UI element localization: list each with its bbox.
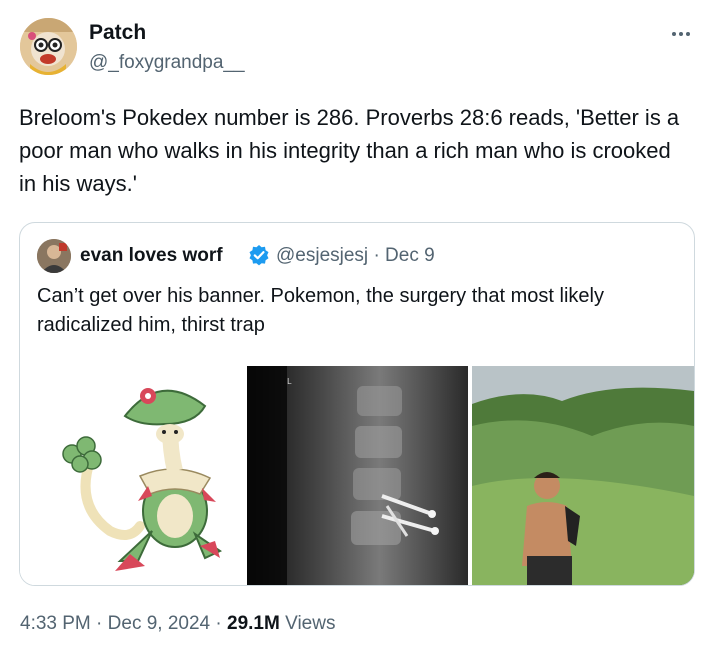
author-name[interactable]: Patch bbox=[89, 21, 146, 45]
media-image-xray[interactable]: L bbox=[247, 366, 468, 585]
quoted-tweet[interactable]: evan loves worf @esjesjesj · Dec 9 Can’t… bbox=[19, 222, 695, 586]
quoted-handle-date[interactable]: @esjesjesj · Dec 9 bbox=[276, 245, 435, 267]
meta-separator: · bbox=[215, 613, 222, 634]
quoted-date[interactable]: Dec 9 bbox=[385, 245, 435, 266]
verified-badge-icon bbox=[249, 245, 269, 266]
media-image-hiking[interactable] bbox=[472, 366, 694, 585]
tweet-date[interactable]: Dec 9, 2024 bbox=[108, 613, 210, 634]
quoted-author-avatar[interactable] bbox=[37, 239, 71, 273]
tweet-meta: 4:33 PM · Dec 9, 2024 · 29.1M Views bbox=[20, 613, 335, 635]
quoted-author-name[interactable]: evan loves worf bbox=[80, 245, 223, 267]
author-avatar[interactable] bbox=[20, 18, 77, 75]
tweet-time[interactable]: 4:33 PM bbox=[20, 613, 91, 634]
tweet-text: Breloom's Pokedex number is 286. Proverb… bbox=[19, 105, 680, 196]
svg-text:L: L bbox=[287, 377, 292, 386]
views-label: Views bbox=[285, 613, 336, 634]
quoted-date-separator: · bbox=[373, 245, 380, 266]
media-image-breloom[interactable] bbox=[20, 366, 242, 585]
views-count: 29.1M bbox=[227, 613, 280, 634]
tweet: Patch @_foxygrandpa__ Breloom's Pokedex … bbox=[0, 0, 716, 657]
meta-separator: · bbox=[96, 613, 103, 634]
quoted-text: Can’t get over his banner. Pokemon, the … bbox=[37, 285, 604, 336]
author-handle[interactable]: @_foxygrandpa__ bbox=[89, 52, 245, 74]
more-icon[interactable] bbox=[664, 22, 698, 46]
quoted-author-handle[interactable]: @esjesjesj bbox=[276, 245, 368, 266]
